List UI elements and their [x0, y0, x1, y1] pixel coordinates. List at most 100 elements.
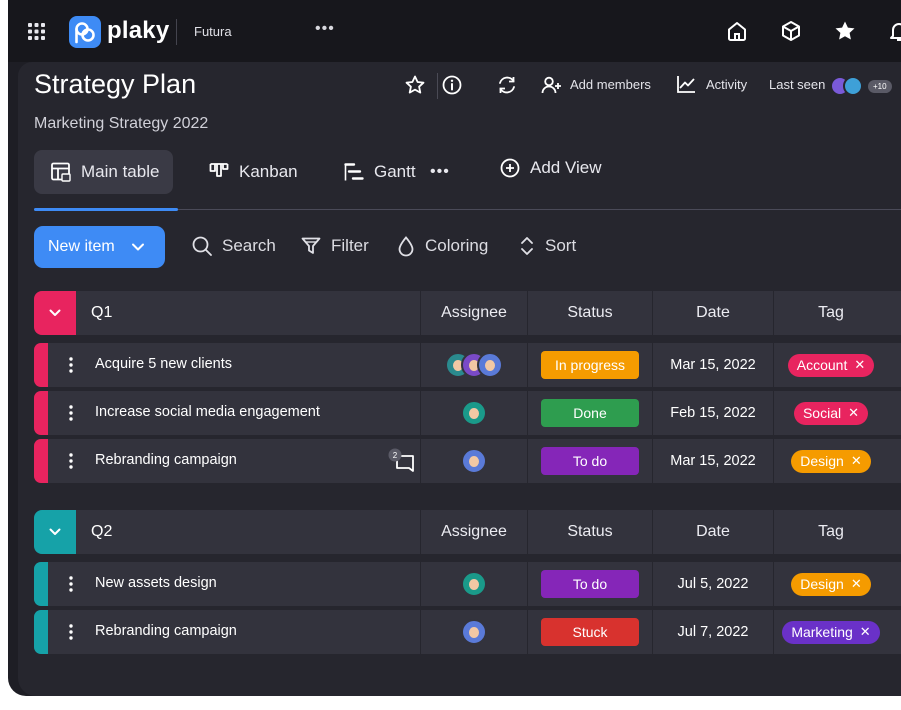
group-collapse-toggle[interactable]: [34, 510, 76, 554]
column-header-status[interactable]: Status: [527, 510, 652, 554]
status-badge[interactable]: To do: [541, 447, 639, 475]
assignee-cell[interactable]: [420, 562, 527, 606]
remove-tag-icon[interactable]: ✕: [854, 357, 865, 373]
date-cell[interactable]: Jul 7, 2022: [652, 610, 773, 654]
table-row[interactable]: New assets design To do Jul 5, 2022 Desi…: [34, 562, 901, 606]
tag-badge[interactable]: Marketing ✕: [782, 620, 880, 644]
date-cell[interactable]: Mar 15, 2022: [652, 343, 773, 387]
assignee-cell[interactable]: [420, 439, 527, 483]
row-menu-icon[interactable]: [65, 356, 77, 374]
activity-button[interactable]: Activity: [706, 77, 747, 92]
tag-cell[interactable]: Marketing ✕: [773, 610, 888, 654]
favorite-star-icon[interactable]: [404, 74, 426, 96]
table-row[interactable]: Acquire 5 new clients In progress Mar 15…: [34, 343, 901, 387]
status-badge[interactable]: In progress: [541, 351, 639, 379]
item-name[interactable]: Rebranding campaign: [95, 623, 237, 639]
top-navigation-bar: plaky Futura •••: [8, 0, 901, 62]
cube-icon[interactable]: [779, 19, 803, 43]
column-header-status[interactable]: Status: [527, 291, 652, 335]
assignee-cell[interactable]: [420, 343, 527, 387]
workspace-name[interactable]: Futura: [194, 24, 232, 39]
tag-cell[interactable]: Account ✕: [773, 343, 888, 387]
item-name[interactable]: New assets design: [95, 575, 217, 591]
status-cell[interactable]: Stuck: [527, 610, 652, 654]
chevron-down-icon[interactable]: [131, 242, 145, 252]
remove-tag-icon[interactable]: ✕: [851, 453, 862, 469]
info-icon[interactable]: [441, 74, 463, 96]
remove-tag-icon[interactable]: ✕: [848, 405, 859, 421]
date-cell[interactable]: Feb 15, 2022: [652, 391, 773, 435]
group-name[interactable]: Q1: [91, 304, 112, 322]
column-header-date[interactable]: Date: [652, 291, 773, 335]
status-badge[interactable]: Done: [541, 399, 639, 427]
avatar[interactable]: [461, 571, 487, 597]
home-icon[interactable]: [725, 19, 749, 43]
comment-icon[interactable]: 2: [387, 447, 417, 475]
tag-badge[interactable]: Design ✕: [791, 572, 871, 596]
board-subtitle[interactable]: Marketing Strategy 2022: [34, 115, 208, 133]
remove-tag-icon[interactable]: ✕: [860, 624, 871, 640]
add-view-button[interactable]: Add View: [499, 146, 602, 190]
views-more-button[interactable]: •••: [430, 150, 450, 194]
status-badge[interactable]: Stuck: [541, 618, 639, 646]
status-cell[interactable]: In progress: [527, 343, 652, 387]
group-name[interactable]: Q2: [91, 523, 112, 541]
sort-button[interactable]: Sort: [518, 235, 576, 257]
column-header-tag[interactable]: Tag: [773, 510, 888, 554]
tag-cell[interactable]: Design ✕: [773, 562, 888, 606]
row-menu-icon[interactable]: [65, 404, 77, 422]
status-cell[interactable]: To do: [527, 439, 652, 483]
avatar[interactable]: [461, 448, 487, 474]
column-header-tag[interactable]: Tag: [773, 291, 888, 335]
workspace-more-button[interactable]: •••: [315, 20, 335, 38]
tab-gantt[interactable]: Gantt: [343, 150, 416, 194]
tab-main-table[interactable]: Main table: [34, 150, 174, 194]
item-name[interactable]: Increase social media engagement: [95, 404, 320, 420]
column-header-assignee[interactable]: Assignee: [420, 291, 527, 335]
date-cell[interactable]: Jul 5, 2022: [652, 562, 773, 606]
avatar[interactable]: [461, 619, 487, 645]
row-menu-icon[interactable]: [65, 575, 77, 593]
logo-wordmark[interactable]: plaky: [107, 17, 169, 45]
status-cell[interactable]: To do: [527, 562, 652, 606]
row-menu-icon[interactable]: [65, 623, 77, 641]
board-title[interactable]: Strategy Plan: [34, 69, 196, 100]
activity-chart-icon[interactable]: [675, 73, 697, 95]
tag-badge[interactable]: Account ✕: [787, 353, 875, 377]
table-row[interactable]: Rebranding campaign 2 To do Mar 15, 2022…: [34, 439, 901, 483]
search-button[interactable]: Search: [191, 235, 276, 257]
sync-icon[interactable]: [496, 74, 518, 96]
tag-badge[interactable]: Design ✕: [791, 449, 871, 473]
new-item-button[interactable]: New item: [34, 226, 165, 268]
last-seen-count-badge[interactable]: +10: [868, 80, 892, 93]
plaky-logo-icon[interactable]: [69, 16, 101, 48]
assignee-cell[interactable]: [420, 391, 527, 435]
tag-cell[interactable]: Design ✕: [773, 439, 888, 483]
avatar[interactable]: [477, 352, 503, 378]
table-row[interactable]: Increase social media engagement Done Fe…: [34, 391, 901, 435]
item-name[interactable]: Rebranding campaign: [95, 452, 237, 468]
date-cell[interactable]: Mar 15, 2022: [652, 439, 773, 483]
app-grid-icon[interactable]: [28, 23, 45, 40]
coloring-button[interactable]: Coloring: [396, 235, 488, 257]
item-name[interactable]: Acquire 5 new clients: [95, 356, 232, 372]
last-seen-avatar[interactable]: [843, 76, 863, 96]
status-badge[interactable]: To do: [541, 570, 639, 598]
table-row[interactable]: Rebranding campaign Stuck Jul 7, 2022 Ma…: [34, 610, 901, 654]
add-members-button[interactable]: Add members: [570, 77, 651, 92]
row-menu-icon[interactable]: [65, 452, 77, 470]
tag-cell[interactable]: Social ✕: [773, 391, 888, 435]
tag-badge[interactable]: Social ✕: [793, 401, 869, 425]
add-member-icon[interactable]: [540, 74, 562, 96]
assignee-cell[interactable]: [420, 610, 527, 654]
column-header-date[interactable]: Date: [652, 510, 773, 554]
star-icon[interactable]: [833, 19, 857, 43]
status-cell[interactable]: Done: [527, 391, 652, 435]
group-collapse-toggle[interactable]: [34, 291, 76, 335]
remove-tag-icon[interactable]: ✕: [851, 576, 862, 592]
avatar[interactable]: [461, 400, 487, 426]
filter-button[interactable]: Filter: [300, 235, 369, 257]
bell-icon[interactable]: [887, 19, 901, 43]
tab-kanban[interactable]: Kanban: [208, 150, 298, 194]
column-header-assignee[interactable]: Assignee: [420, 510, 527, 554]
